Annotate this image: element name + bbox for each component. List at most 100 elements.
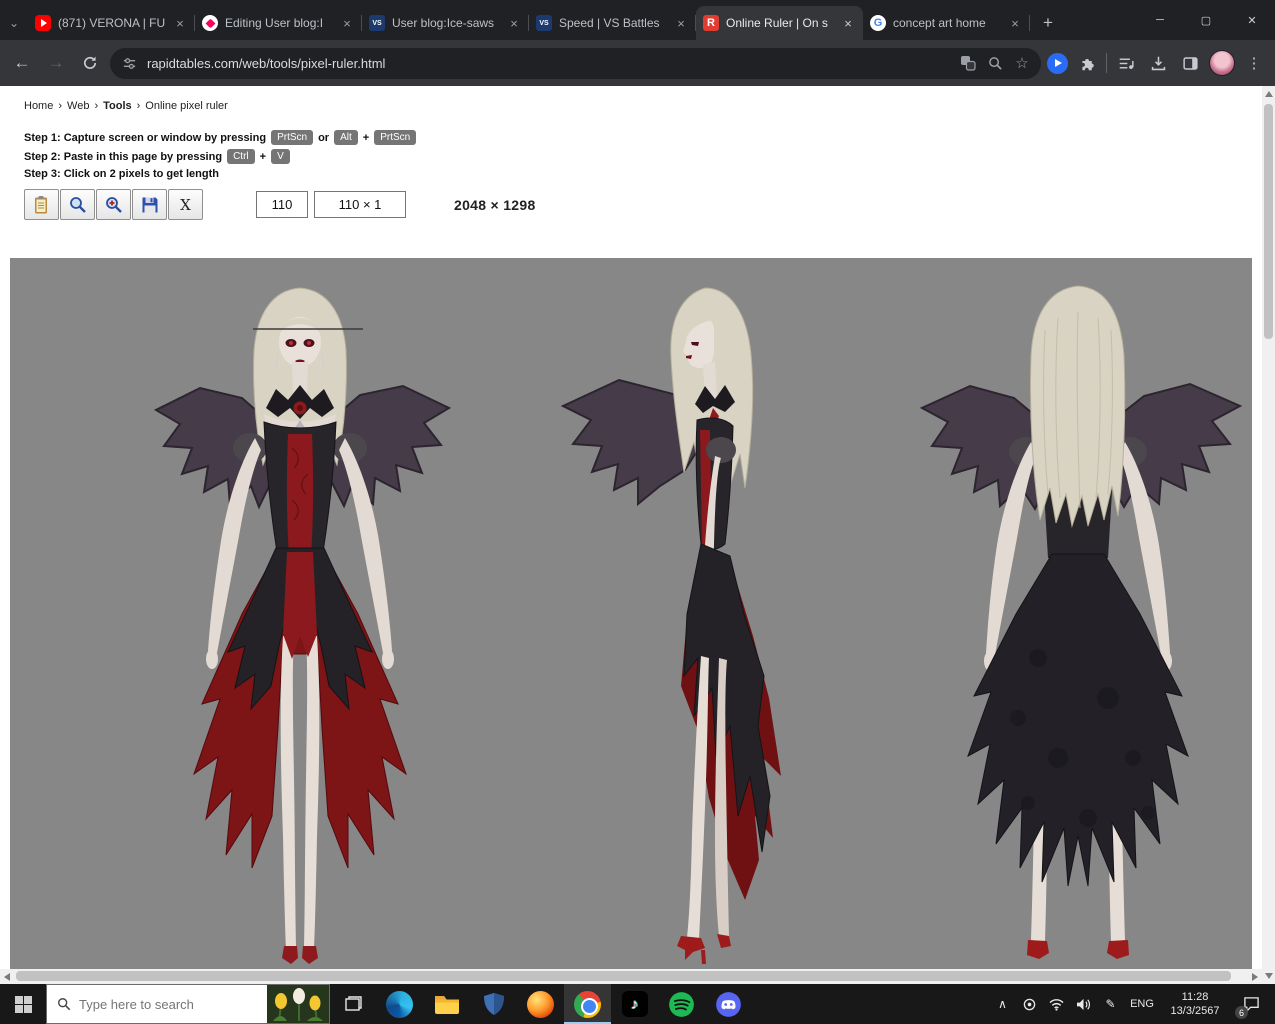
address-bar[interactable]: rapidtables.com/web/tools/pixel-ruler.ht… [110,48,1041,79]
volume-icon[interactable] [1071,984,1096,1024]
tab-search-chevron-icon[interactable]: ⌄ [0,6,28,40]
wifi-icon[interactable] [1044,984,1069,1024]
taskbar-app-spotify[interactable] [658,984,705,1024]
close-icon[interactable]: × [840,15,856,31]
taskbar-app-chrome[interactable] [564,984,611,1024]
zoom-out-button[interactable] [60,189,95,220]
clipboard-icon [32,195,52,215]
paste-button[interactable] [24,189,59,220]
clear-button[interactable]: X [168,189,203,220]
taskbar-clock[interactable]: 11:28 13/3/2567 [1161,990,1229,1018]
close-icon[interactable]: × [1007,15,1023,31]
taskbar-app-firefox[interactable] [517,984,564,1024]
tab-youtube[interactable]: (871) VERONA | FU × [28,6,195,40]
forward-button[interactable]: → [42,49,70,77]
play-extension-icon[interactable] [1047,53,1068,74]
tab-fandom-editing[interactable]: Editing User blog:I × [195,6,362,40]
tab-title: concept art home [893,16,1000,30]
close-icon[interactable]: × [339,15,355,31]
toolbar-separator [1106,53,1107,73]
task-view-icon [343,994,363,1014]
ratio-input[interactable] [314,191,406,218]
breadcrumb-home[interactable]: Home [24,100,53,112]
edge-icon [386,991,413,1018]
site-settings-icon[interactable] [120,54,138,72]
browser-tab-strip: ⌄ (871) VERONA | FU × Editing User blog:… [0,0,1275,40]
minimize-button[interactable]: ─ [1137,0,1183,40]
start-button[interactable] [0,984,46,1024]
close-icon[interactable]: × [506,15,522,31]
scroll-up-arrow-icon[interactable] [1265,91,1273,97]
taskbar-app-edge[interactable] [376,984,423,1024]
search-input[interactable] [79,997,259,1012]
tab-userblog[interactable]: VS User blog:Ice-saws × [362,6,529,40]
scroll-right-arrow-icon[interactable] [1252,973,1258,981]
taskbar-app-security[interactable] [470,984,517,1024]
step-2: Step 2: Paste in this page by pressing C… [24,149,290,164]
action-center-button[interactable]: 6 [1231,984,1271,1024]
close-icon[interactable]: × [673,15,689,31]
bookmark-star-icon[interactable]: ☆ [1013,54,1031,72]
tiktok-icon: ♪ [622,991,648,1017]
key-alt: Alt [334,130,358,145]
scroll-down-arrow-icon[interactable] [1265,973,1273,979]
horizontal-scroll-thumb[interactable] [16,971,1231,981]
windows-logo-icon [15,996,32,1013]
tray-app-icon[interactable] [1017,984,1042,1024]
breadcrumb-tools[interactable]: Tools [103,100,132,112]
taskbar-app-discord[interactable] [705,984,752,1024]
step-3: Step 3: Click on 2 pixels to get length [24,168,219,180]
search-highlight-widget[interactable] [267,985,329,1023]
translate-icon[interactable] [959,54,977,72]
media-controls-icon[interactable] [1113,50,1139,76]
task-view-button[interactable] [330,984,376,1024]
magnifier-icon [68,195,88,215]
downloads-icon[interactable] [1145,50,1171,76]
reload-icon [82,55,98,71]
rapidtables-icon: R [703,15,719,31]
length-input[interactable] [256,191,308,218]
taskbar-app-file-explorer[interactable] [423,984,470,1024]
horizontal-scrollbar[interactable] [0,969,1262,984]
close-icon[interactable]: × [172,15,188,31]
hidden-icons-chevron[interactable]: ∧ [990,984,1015,1024]
step-1-text: Step 1: Capture screen or window by pres… [24,132,266,144]
taskbar-app-tiktok[interactable]: ♪ [611,984,658,1024]
pen-icon[interactable]: ✎ [1098,984,1123,1024]
save-button[interactable] [132,189,167,220]
zoom-in-button[interactable] [96,189,131,220]
vertical-scroll-thumb[interactable] [1264,104,1273,339]
spotify-icon [668,991,695,1018]
url-text[interactable]: rapidtables.com/web/tools/pixel-ruler.ht… [147,56,950,71]
reload-button[interactable] [76,49,104,77]
extensions-puzzle-icon[interactable] [1074,50,1100,76]
shield-icon [483,992,505,1016]
windows-taskbar: ♪ ∧ ✎ ENG 11:28 13/3/2567 [0,984,1275,1024]
side-panel-icon[interactable] [1177,50,1203,76]
maximize-button[interactable]: ▢ [1183,0,1229,40]
breadcrumb-web[interactable]: Web [67,100,89,112]
tab-speed-vsbattles[interactable]: VS Speed | VS Battles × [529,6,696,40]
flowers-image [267,985,329,1023]
back-button[interactable]: ← [8,49,36,77]
breadcrumb-separator: › [58,100,62,112]
firefox-icon [527,991,554,1018]
tab-title: Speed | VS Battles [559,16,666,30]
magnifier-plus-icon [104,195,124,215]
vertical-scrollbar[interactable] [1262,86,1275,984]
vsbattles-icon: VS [369,15,385,31]
tab-online-ruler-active[interactable]: R Online Ruler | On s × [696,6,863,40]
window-close-button[interactable]: ✕ [1229,0,1275,40]
zoom-icon[interactable] [986,54,1004,72]
chrome-icon [574,991,601,1018]
scroll-left-arrow-icon[interactable] [4,973,10,981]
taskbar-search-box[interactable] [46,984,330,1024]
language-indicator[interactable]: ENG [1125,984,1159,1024]
profile-avatar[interactable] [1209,50,1235,76]
new-tab-button[interactable]: + [1034,9,1062,37]
ruler-toolbar: X 2048 × 1298 [24,189,536,220]
tab-concept-art[interactable]: G concept art home × [863,6,1030,40]
pasted-image-canvas[interactable] [10,258,1252,969]
fandom-icon [202,15,218,31]
browser-menu-kebab-icon[interactable]: ⋮ [1241,50,1267,76]
